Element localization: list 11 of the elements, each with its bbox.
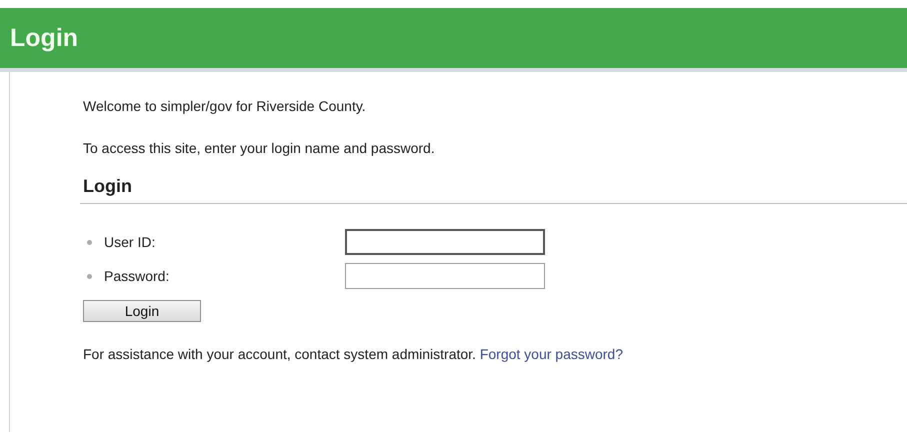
- input-field[interactable]: [345, 263, 545, 289]
- field-label: User ID:: [104, 234, 156, 250]
- forgot-password-link[interactable]: Forgot your password?: [480, 346, 624, 362]
- help-text: For assistance with your account, contact system administrator. Forgot your password?: [83, 346, 624, 362]
- section-title: Login: [83, 176, 133, 197]
- field-label: Password:: [104, 268, 170, 284]
- intro-text: Welcome to simpler/gov for Riverside County.: [83, 98, 367, 114]
- login-button[interactable]: Login: [83, 300, 201, 322]
- intro-text: To access this site, enter your login name and password.: [83, 140, 436, 156]
- input-field[interactable]: [345, 229, 545, 255]
- page-title: Login: [10, 24, 78, 52]
